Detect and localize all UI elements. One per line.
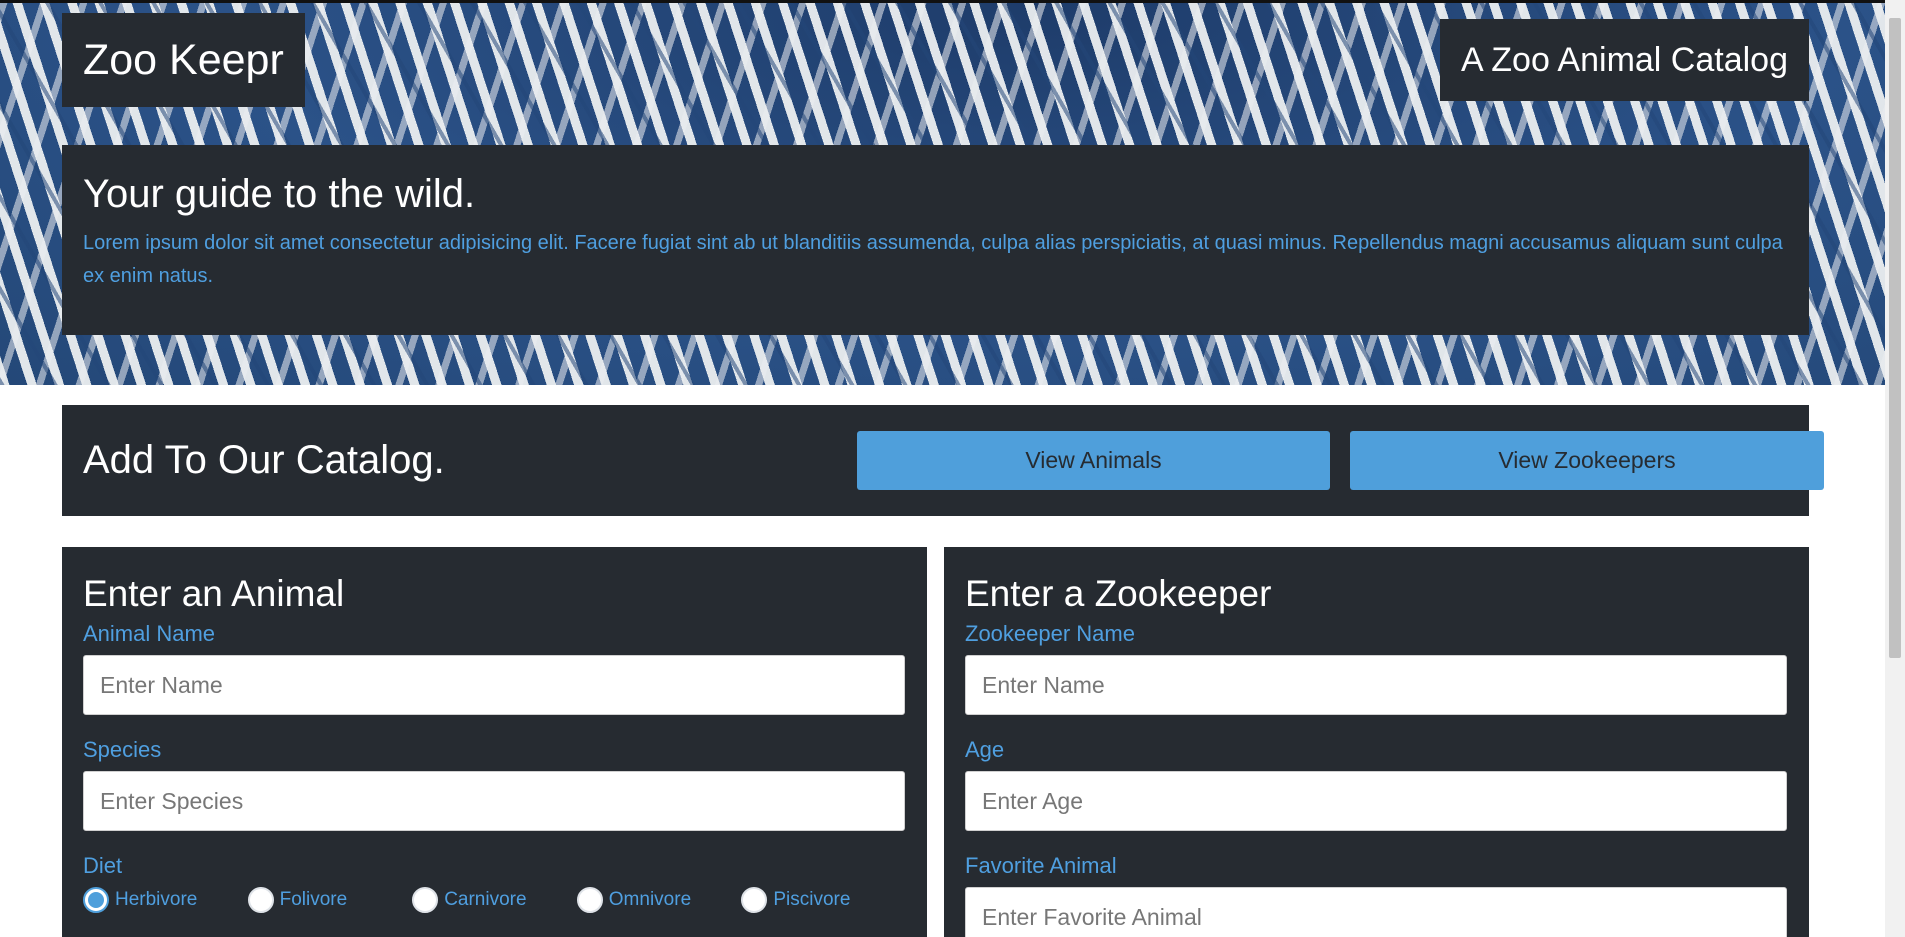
animal-form-title: Enter an Animal (83, 573, 345, 614)
age-label: Age (965, 737, 1005, 762)
piscivore-radio[interactable] (741, 887, 768, 913)
zookeeper-form: Enter a Zookeeper Zookeeper Name Age Fav… (944, 547, 1809, 937)
diet-option-herbivore[interactable]: Herbivore (83, 887, 248, 913)
logo[interactable]: Zoo Keepr (62, 13, 305, 107)
animal-form: Enter an Animal Animal Name Species Diet… (62, 547, 927, 937)
diet-option-omnivore[interactable]: Omnivore (576, 887, 742, 913)
diet-options: Herbivore Folivore Carnivore Omnivore Pi… (83, 887, 906, 913)
view-zookeepers-button[interactable]: View Zookeepers (1350, 431, 1824, 490)
carnivore-label: Carnivore (444, 889, 527, 910)
intro-panel: Your guide to the wild. Lorem ipsum dolo… (62, 145, 1809, 335)
folivore-label: Folivore (279, 889, 348, 910)
tagline-text: A Zoo Animal Catalog (1461, 40, 1788, 79)
zookeeper-form-title: Enter a Zookeeper (965, 573, 1272, 614)
logo-text: Zoo Keepr (83, 35, 284, 84)
page-scrollbar[interactable] (1885, 0, 1905, 937)
scrollbar-thumb[interactable] (1889, 18, 1901, 658)
herbivore-radio[interactable] (83, 887, 109, 913)
zookeeper-name-input[interactable] (965, 655, 1787, 715)
animal-name-label: Animal Name (83, 621, 216, 646)
intro-title: Your guide to the wild. (83, 172, 476, 216)
species-input[interactable] (83, 771, 905, 831)
piscivore-label: Piscivore (773, 889, 851, 910)
omnivore-label: Omnivore (608, 889, 692, 910)
tagline: A Zoo Animal Catalog (1440, 19, 1809, 101)
diet-option-piscivore[interactable]: Piscivore (741, 887, 906, 913)
omnivore-radio[interactable] (576, 887, 603, 913)
diet-option-folivore[interactable]: Folivore (247, 887, 413, 913)
diet-label: Diet (83, 853, 123, 878)
folivore-radio[interactable] (247, 887, 274, 913)
species-label: Species (83, 737, 162, 762)
herbivore-label: Herbivore (115, 889, 198, 910)
animal-name-input[interactable] (83, 655, 905, 715)
age-input[interactable] (965, 771, 1787, 831)
catalog-bar: Add To Our Catalog. View Animals View Zo… (62, 405, 1824, 516)
favorite-animal-label: Favorite Animal (965, 853, 1117, 878)
favorite-animal-input[interactable] (965, 887, 1787, 937)
zookeeper-name-label: Zookeeper Name (965, 621, 1135, 646)
diet-option-carnivore[interactable]: Carnivore (412, 887, 577, 913)
intro-text: Lorem ipsum dolor sit amet consectetur a… (83, 232, 1783, 287)
carnivore-radio[interactable] (412, 887, 439, 913)
view-animals-button[interactable]: View Animals (857, 431, 1330, 490)
